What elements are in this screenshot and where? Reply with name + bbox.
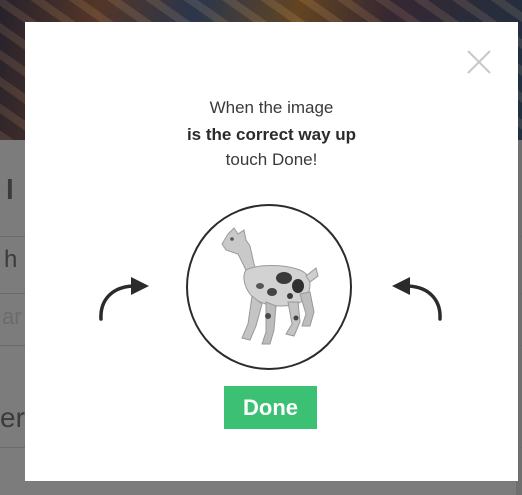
instruction-line-2: is the correct way up: [186, 125, 357, 144]
toy-llama-image: [221, 227, 319, 345]
screen: l h ar er When the image is the correct …: [0, 0, 522, 495]
instruction-line-1: When the image: [209, 98, 334, 117]
rotate-left-button[interactable]: [95, 273, 151, 321]
background-input-fragment: ar: [2, 304, 22, 329]
close-button[interactable]: [466, 49, 492, 75]
close-x-icon: [467, 50, 491, 74]
background-text-fragment: er: [0, 402, 25, 433]
instruction-line-3: touch Done!: [225, 150, 318, 169]
done-button[interactable]: Done: [224, 386, 317, 429]
background-heading-fragment: l: [6, 174, 14, 205]
rotate-right-button[interactable]: [390, 273, 446, 321]
captcha-image-frame: [186, 204, 352, 370]
background-text-fragment: h: [4, 246, 18, 273]
rotate-clockwise-arrow-icon: [392, 277, 442, 321]
rotate-counterclockwise-arrow-icon: [99, 277, 149, 321]
